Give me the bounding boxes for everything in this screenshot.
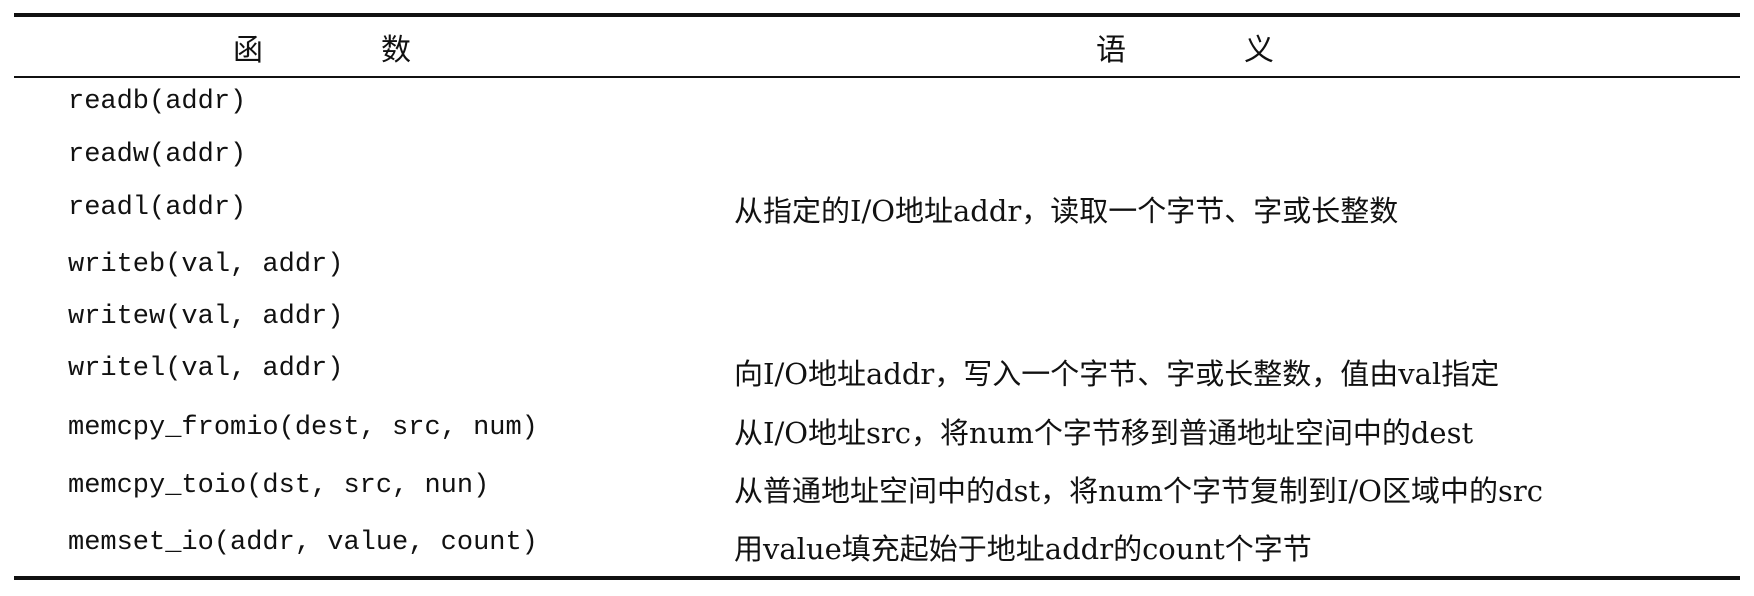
function-readw: readw(addr) <box>68 140 247 170</box>
header-semantics: 语 义 <box>1096 32 1318 68</box>
semantics-read: 从指定的I/O地址addr，读取一个字节、字或长整数 <box>734 194 1399 228</box>
semantics-memcpy-toio: 从普通地址空间中的dst，将num个字节复制到I/O区域中的src <box>734 474 1543 508</box>
function-readl: readl(addr) <box>68 193 247 223</box>
function-memset-io: memset_io(addr, value, count) <box>68 528 538 558</box>
function-memcpy-fromio: memcpy_fromio(dest, src, num) <box>68 413 538 443</box>
header-function: 函 数 <box>233 32 455 68</box>
function-memcpy-toio: memcpy_toio(dst, src, nun) <box>68 471 490 501</box>
function-writel: writel(val, addr) <box>68 354 344 384</box>
semantics-memcpy-fromio: 从I/O地址src，将num个字节移到普通地址空间中的dest <box>734 416 1474 450</box>
semantics-write: 向I/O地址addr，写入一个字节、字或长整数，值由val指定 <box>734 357 1500 391</box>
function-table: 函 数 语 义 readb(addr) readw(addr) readl(ad… <box>0 0 1754 596</box>
function-writeb: writeb(val, addr) <box>68 250 344 280</box>
function-readb: readb(addr) <box>68 87 247 117</box>
header-rule <box>14 76 1740 78</box>
semantics-memset-io: 用value填充起始于地址addr的count个字节 <box>734 532 1312 566</box>
function-writew: writew(val, addr) <box>68 302 344 332</box>
table-bottom-rule <box>14 576 1740 580</box>
